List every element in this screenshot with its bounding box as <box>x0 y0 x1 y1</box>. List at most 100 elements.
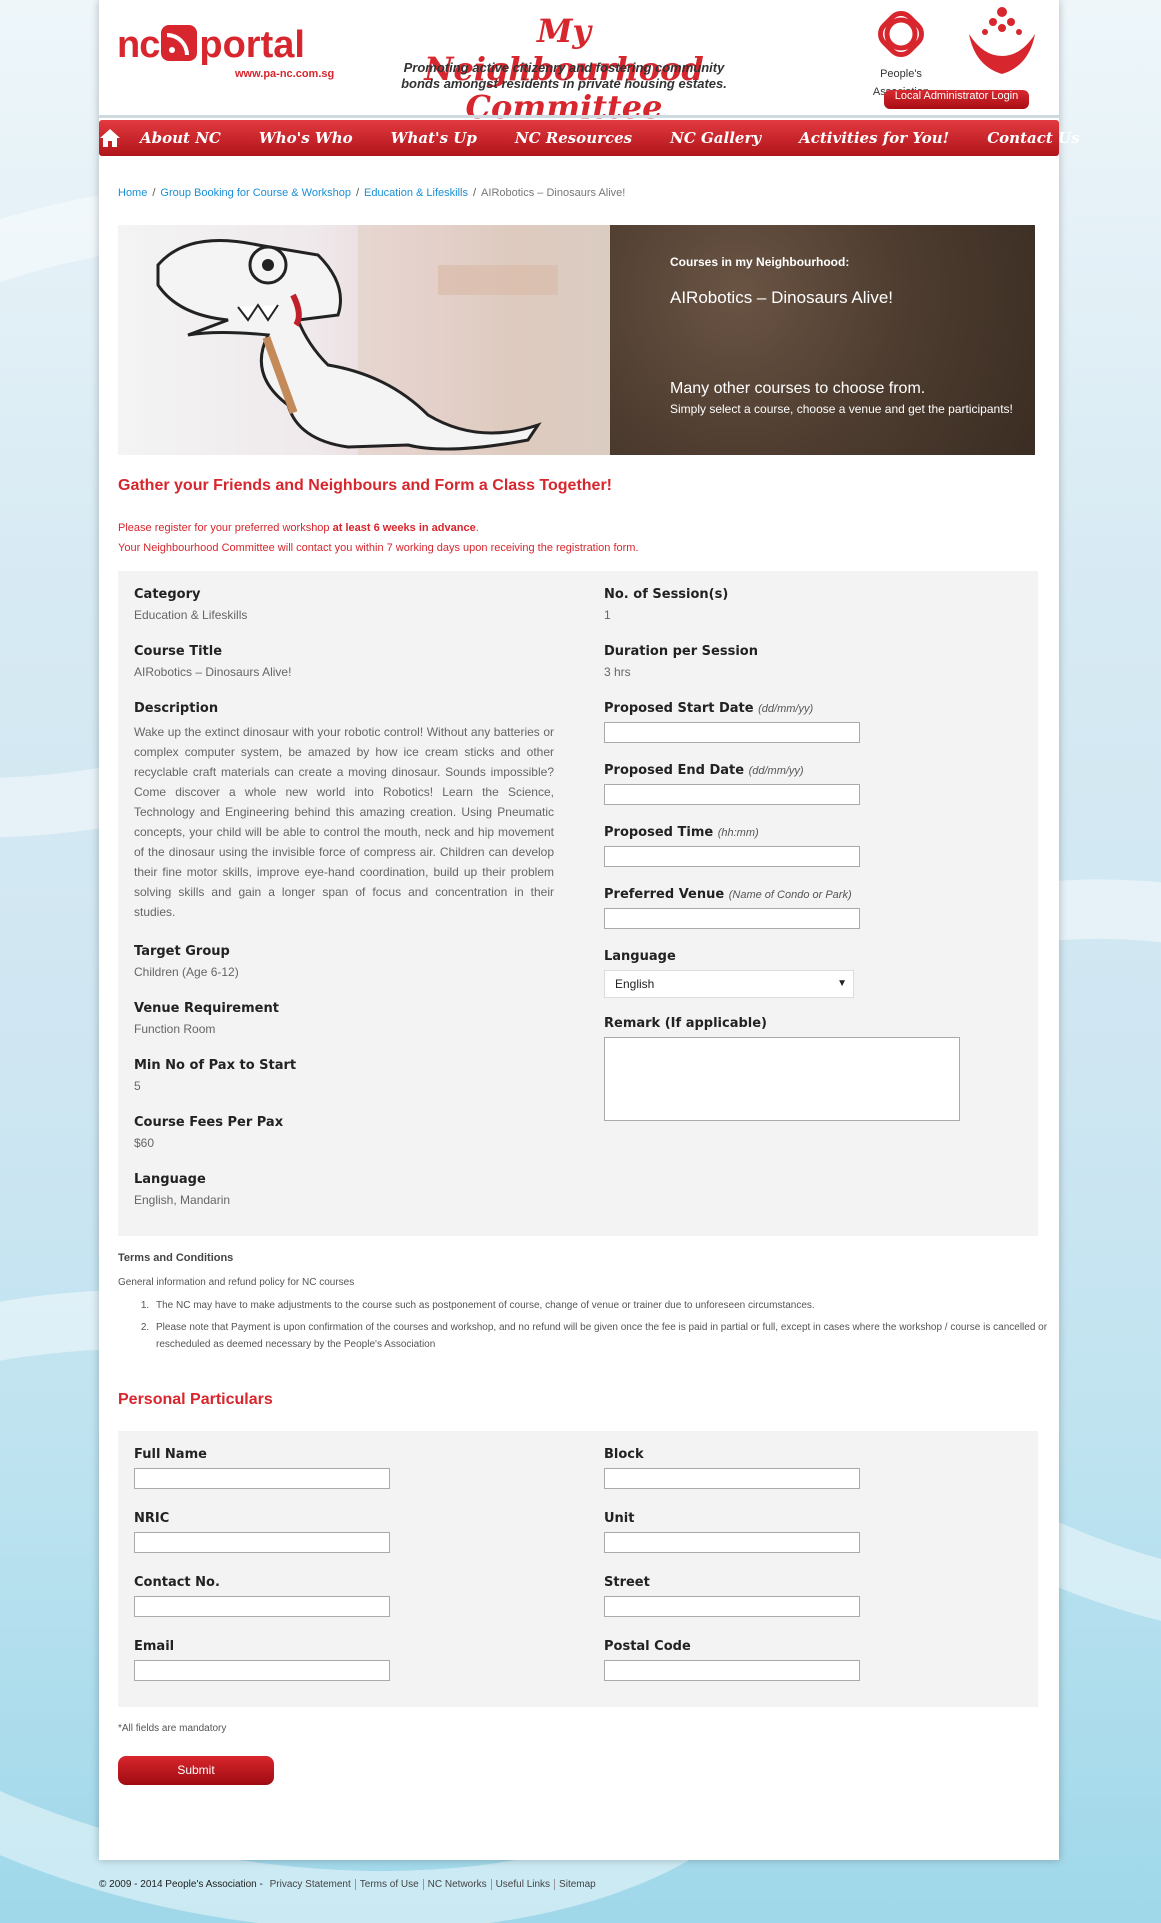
submit-button[interactable]: Submit <box>118 1756 274 1785</box>
remark-textarea[interactable] <box>604 1037 960 1121</box>
course-title-label: Course Title <box>134 644 223 659</box>
nav-about-nc[interactable]: About NC <box>140 129 221 147</box>
footer-useful-links-link[interactable]: Useful Links <box>490 1879 555 1890</box>
description-value: Wake up the extinct dinosaur with your r… <box>134 725 554 919</box>
end-date-input[interactable] <box>604 784 860 805</box>
course-title-value: AIRobotics – Dinosaurs Alive! <box>134 665 292 679</box>
contact-label: Contact No. <box>134 1575 220 1590</box>
main-nav: About NC Who's Who What's Up NC Resource… <box>99 120 1080 156</box>
language-select-value: English <box>615 977 655 991</box>
note-text-2: Your Neighbourhood Committee will contac… <box>118 542 639 554</box>
header-divider <box>99 115 1059 118</box>
time-input[interactable] <box>604 846 860 867</box>
banner-line2: Simply select a course, choose a venue a… <box>670 402 1013 416</box>
full-name-input[interactable] <box>134 1468 390 1489</box>
pa-emblem-icon <box>878 11 924 57</box>
intro-heading: Gather your Friends and Neighbours and F… <box>118 477 612 494</box>
time-label: Proposed Time <box>604 825 714 840</box>
banner-kicker: Courses in my Neighbourhood: <box>670 255 850 269</box>
target-group-label: Target Group <box>134 944 230 959</box>
unit-input[interactable] <box>604 1532 860 1553</box>
target-group-value: Children (Age 6-12) <box>134 965 239 979</box>
banner-line1: Many other courses to choose from. <box>670 380 926 397</box>
site-header: nc portal www.pa-nc.com.sg My Neighbourho… <box>99 0 1059 126</box>
language-select-label: Language <box>604 949 676 964</box>
logo-url: www.pa-nc.com.sg <box>235 68 335 80</box>
course-info-column: Category Education & Lifeskills Course T… <box>134 587 554 1229</box>
end-date-label: Proposed End Date <box>604 763 745 778</box>
nc-portal-logo[interactable]: nc portal www.pa-nc.com.sg <box>117 24 334 80</box>
local-admin-login-button[interactable]: Local Administrator Login <box>884 90 1029 109</box>
footer-terms-link[interactable]: Terms of Use <box>354 1879 423 1890</box>
street-input[interactable] <box>604 1596 860 1617</box>
peoples-association-logo[interactable]: People's Association <box>861 6 941 100</box>
fees-label: Course Fees Per Pax <box>134 1115 284 1130</box>
breadcrumb-education[interactable]: Education & Lifeskills <box>364 187 468 199</box>
venue-hint: (Name of Condo or Park) <box>728 889 852 901</box>
dinosaur-illustration <box>156 225 610 455</box>
min-pax-value: 5 <box>134 1079 141 1093</box>
footer-privacy-link[interactable]: Privacy Statement <box>266 1879 355 1890</box>
nav-home[interactable] <box>99 128 121 148</box>
contact-input[interactable] <box>134 1596 390 1617</box>
course-banner: Courses in my Neighbourhood: AIRobotics … <box>118 225 1035 455</box>
site-tagline: Promoting active citizenry and fostering… <box>401 60 727 91</box>
venue-label: Preferred Venue <box>604 887 725 902</box>
nav-contact-us[interactable]: Contact Us <box>987 129 1079 147</box>
venue-input[interactable] <box>604 908 860 929</box>
terms-item: Please note that Payment is upon confirm… <box>152 1319 1072 1353</box>
logo-nc-text: nc <box>117 24 160 66</box>
nav-whats-up[interactable]: What's Up <box>391 129 477 147</box>
nav-nc-resources[interactable]: NC Resources <box>515 129 632 147</box>
footer-sitemap-link[interactable]: Sitemap <box>554 1879 600 1890</box>
breadcrumb: Home / Group Booking for Course & Workshop… <box>118 187 626 199</box>
min-pax-label: Min No of Pax to Start <box>134 1058 297 1073</box>
postal-input[interactable] <box>604 1660 860 1681</box>
logo-portal-text: portal <box>199 24 305 66</box>
home-icon <box>100 129 120 147</box>
street-label: Street <box>604 1575 650 1590</box>
category-label: Category <box>134 587 201 602</box>
end-date-hint: (dd/mm/yy) <box>748 765 804 777</box>
intro-note: Please register for your preferred works… <box>118 518 639 558</box>
rss-icon <box>161 25 198 61</box>
fees-value: $60 <box>134 1136 155 1150</box>
start-date-input[interactable] <box>604 722 860 743</box>
sessions-label: No. of Session(s) <box>604 587 729 602</box>
footer: © 2009 - 2014 People's Association - Pri… <box>99 1879 600 1890</box>
block-label: Block <box>604 1447 644 1462</box>
sessions-value: 1 <box>604 608 611 622</box>
start-date-hint: (dd/mm/yy) <box>758 703 814 715</box>
description-label: Description <box>134 701 219 716</box>
note-text-bold: at least 6 weeks in advance <box>332 522 476 534</box>
email-label: Email <box>134 1639 175 1654</box>
remark-label: Remark (If applicable) <box>604 1016 767 1031</box>
course-language-label: Language <box>134 1172 206 1187</box>
postal-label: Postal Code <box>604 1639 691 1654</box>
nric-label: NRIC <box>134 1511 170 1526</box>
nav-activities[interactable]: Activities for You! <box>799 129 949 147</box>
course-details-panel: Category Education & Lifeskills Course T… <box>118 571 1038 1236</box>
venue-requirement-value: Function Room <box>134 1022 216 1036</box>
nav-nc-gallery[interactable]: NC Gallery <box>670 129 761 147</box>
note-text-a: Please register for your preferred works… <box>118 522 333 534</box>
course-language-value: English, Mandarin <box>134 1193 231 1207</box>
page-container: nc portal www.pa-nc.com.sg My Neighbourho… <box>99 0 1080 1860</box>
footer-nc-networks-link[interactable]: NC Networks <box>422 1879 491 1890</box>
venue-requirement-label: Venue Requirement <box>134 1001 279 1016</box>
category-value: Education & Lifeskills <box>134 608 248 622</box>
nav-whos-who[interactable]: Who's Who <box>259 129 353 147</box>
breadcrumb-group-booking[interactable]: Group Booking for Course & Workshop <box>160 187 351 199</box>
email-input[interactable] <box>134 1660 390 1681</box>
dinosaur-robot-image <box>118 225 610 455</box>
mandatory-note: *All fields are mandatory <box>118 1723 227 1734</box>
block-input[interactable] <box>604 1468 860 1489</box>
nric-input[interactable] <box>134 1532 390 1553</box>
full-name-label: Full Name <box>134 1447 207 1462</box>
terms-item: The NC may have to make adjustments to t… <box>152 1297 1072 1314</box>
language-select[interactable]: English ▼ <box>604 970 854 998</box>
breadcrumb-home[interactable]: Home <box>118 187 147 199</box>
footer-copyright: © 2009 - 2014 People's Association - <box>99 1879 263 1890</box>
terms-subheading: General information and refund policy fo… <box>118 1277 355 1288</box>
duration-label: Duration per Session <box>604 644 758 659</box>
